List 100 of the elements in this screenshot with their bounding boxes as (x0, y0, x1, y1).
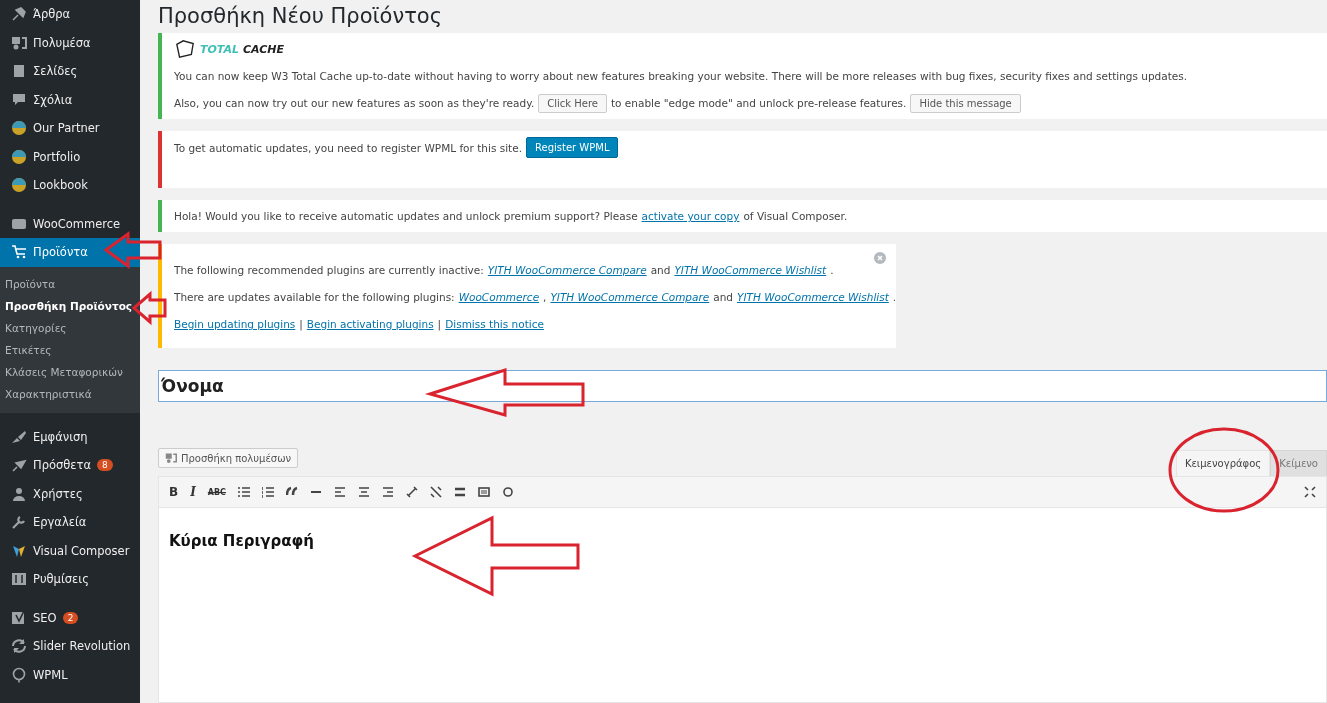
strikethrough-button[interactable]: ABC (207, 487, 226, 497)
notice-text: The following recommended plugins are currently inactive: (174, 264, 484, 276)
menu-label: Πολυμέσα (33, 35, 91, 50)
link[interactable]: Begin activating plugins (306, 318, 434, 330)
submenu-item[interactable]: Ετικέτες (0, 338, 140, 361)
menu-item[interactable]: Our Partner (0, 114, 140, 143)
menu-item[interactable]: Lookbook (0, 171, 140, 200)
media-icon (11, 34, 27, 51)
align-center-icon[interactable] (357, 486, 370, 498)
count-badge: 2 (62, 611, 79, 624)
cart-icon (11, 244, 27, 261)
sliders-icon (11, 571, 27, 588)
plugin-link[interactable]: YITH WooCommerce Compare (487, 264, 647, 276)
notice-text: To get automatic updates, you need to register WPML for this site. (174, 141, 522, 154)
link[interactable]: Begin updating plugins (174, 318, 296, 330)
notice-button[interactable]: Hide this message (910, 93, 1021, 113)
plugin-link[interactable]: YITH WooCommerce Wishlist (674, 264, 827, 276)
submenu-item[interactable]: Προσθήκη Προϊόντος (0, 294, 140, 317)
menu-label: Προϊόντα (33, 245, 88, 260)
submenu-item[interactable]: Κατηγορίες (0, 316, 140, 339)
user-icon (11, 485, 27, 502)
menu-item[interactable]: SEO 2 (0, 603, 140, 632)
notice-text: You can now keep W3 Total Cache up-to-date without having to worry about new features breaking your website. There will be more releases with bug fixes, security fixes and settings updates. (174, 70, 1188, 82)
menu-item[interactable]: Προϊόντα (0, 238, 140, 267)
notice-text: There are updates available for the following plugins: (174, 291, 455, 303)
menu-label: Σχόλια (33, 92, 73, 107)
submenu-item[interactable]: Προϊόντα (0, 272, 140, 295)
pin-icon (11, 6, 27, 23)
bullet-list-icon[interactable] (237, 486, 250, 498)
content-heading: Κύρια Περιγραφή (169, 532, 316, 550)
keyboard-icon[interactable] (477, 486, 490, 498)
menu-label: Άρθρα (33, 7, 71, 22)
menu-label: Πρόσθετα (33, 458, 92, 473)
plugin-link[interactable]: YITH WooCommerce Compare (550, 291, 710, 303)
link[interactable]: Dismiss this notice (445, 318, 544, 330)
menu-label: Εμφάνιση (33, 429, 88, 444)
annotation-arrow (103, 231, 162, 269)
editor-tab[interactable]: Κείμενο (1270, 450, 1327, 476)
submenu-item[interactable]: Χαρακτηριστικά (0, 382, 140, 405)
notice-text: to enable "edge mode" and unlock pre-release features. (610, 97, 907, 109)
coin-icon (11, 148, 27, 165)
coin-icon (11, 120, 27, 137)
editor-area[interactable]: Κύρια Περιγραφή (158, 508, 1327, 703)
page-title: Προσθήκη Νέου Προϊόντος (158, 3, 443, 30)
menu-label: Visual Composer (33, 543, 130, 558)
register-button[interactable]: Register WPML (526, 137, 619, 158)
menu-item[interactable]: Σχόλια (0, 85, 140, 114)
menu-label: Εργαλεία (33, 515, 87, 530)
notice-button[interactable]: Click Here (538, 93, 607, 113)
logo-text: CACHE (243, 42, 285, 56)
menu-item[interactable]: Σελίδες (0, 57, 140, 86)
editor-tab[interactable]: Κειμενογράφος (1175, 450, 1271, 476)
italic-button[interactable]: I (190, 485, 196, 499)
coin-icon (11, 177, 27, 194)
align-left-icon[interactable] (333, 486, 346, 498)
bold-button[interactable]: B (169, 485, 179, 499)
notice-text: Hola! Would you like to receive automatic updates and unlock premium support? Please (174, 210, 638, 222)
submenu-item[interactable]: Κλάσεις Μεταφορικών (0, 360, 140, 383)
menu-item[interactable]: Ρυθμίσεις (0, 565, 140, 594)
notice-text: . (830, 264, 834, 276)
notice-text: Also, you can now try out our new features as soon as they're ready. (174, 97, 535, 109)
notice-text: . (892, 291, 897, 303)
numbered-list-icon[interactable] (261, 486, 274, 498)
title-field[interactable]: Όνομα (158, 370, 1327, 402)
menu-label: SEO (33, 610, 57, 625)
comment-icon (11, 91, 27, 108)
notice-text: , (543, 291, 547, 303)
menu-item[interactable]: Πρόσθετα 8 (0, 451, 140, 480)
menu-label: WPML (33, 667, 68, 682)
count-badge: 8 (97, 459, 113, 472)
notice-text: and (713, 291, 733, 303)
menu-item[interactable]: Portfolio (0, 142, 140, 171)
menu-item[interactable]: Χρήστες (0, 479, 140, 508)
menu-item[interactable]: Εργαλεία (0, 508, 140, 537)
plugin-link[interactable]: YITH WooCommerce Wishlist (737, 291, 889, 303)
menu-item[interactable]: Visual Composer (0, 536, 140, 565)
notice-text: of Visual Composer. (743, 210, 848, 222)
menu-item[interactable]: Εμφάνιση (0, 422, 140, 451)
link[interactable]: activate your copy (641, 210, 740, 222)
menu-label: Lookbook (33, 178, 88, 193)
annotation-arrow (131, 290, 167, 326)
read-more-icon[interactable] (453, 486, 466, 498)
menu-item[interactable]: Άρθρα (0, 0, 140, 29)
menu-item[interactable]: WPML (0, 660, 140, 689)
pages-icon (11, 63, 27, 80)
fullscreen-icon[interactable] (1304, 486, 1316, 498)
align-right-icon[interactable] (381, 486, 394, 498)
notice-text: | (299, 318, 303, 330)
menu-label: Ρυθμίσεις (33, 572, 89, 587)
menu-label: Our Partner (33, 121, 100, 136)
menu-item[interactable]: WooCommerce (0, 209, 140, 238)
wrench-icon (11, 514, 27, 531)
add-media-button[interactable]: Προσθήκη πολυμέσων (158, 448, 299, 468)
menu-item[interactable]: Slider Revolution (0, 632, 140, 661)
menu-label: Portfolio (33, 149, 81, 164)
plugin-link[interactable]: WooCommerce (458, 291, 540, 303)
quote-icon[interactable] (285, 486, 298, 498)
menu-item[interactable]: Πολυμέσα (0, 28, 140, 57)
notice-text: | (437, 318, 442, 330)
menu-label: Σελίδες (33, 64, 78, 79)
